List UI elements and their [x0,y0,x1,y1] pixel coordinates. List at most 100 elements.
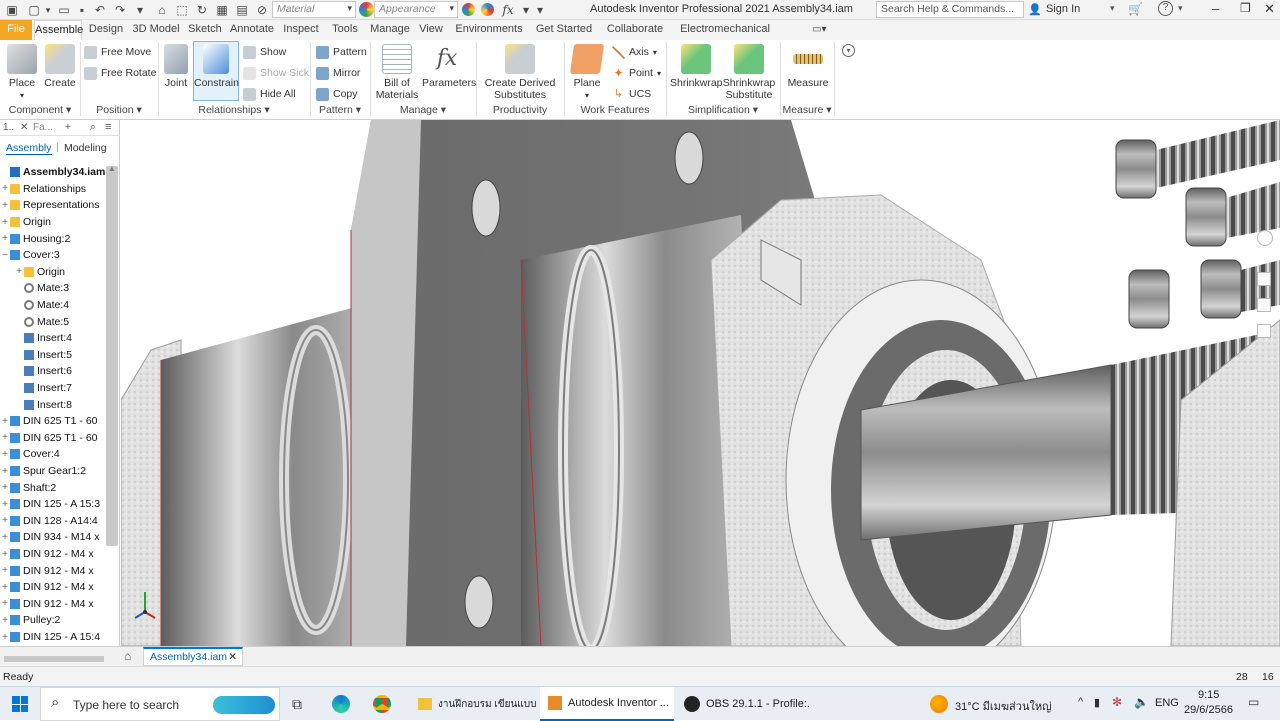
mirror-button[interactable]: Mirror [316,64,360,82]
tree-item[interactable]: Mate:4 [0,297,106,314]
tree-item[interactable]: Insert:8 [0,396,106,413]
minimize-icon[interactable]: – [1212,1,1219,16]
tree-item[interactable]: − Cover:3 [0,247,106,264]
expand-toggle-icon[interactable]: + [0,615,10,626]
point-button[interactable]: ✦ Point ▾ [612,64,660,82]
expand-toggle-icon[interactable]: + [0,432,10,443]
group-productivity[interactable]: Productivity [476,104,564,118]
tree-item[interactable]: + Cover:4 [0,446,106,463]
show-sick-button[interactable]: Show Sick [243,64,309,82]
expand-toggle-icon[interactable]: + [0,565,10,576]
expand-toggle-icon[interactable]: + [0,515,10,526]
group-work-features[interactable]: Work Features [564,104,666,118]
bill-of-materials-button[interactable]: Bill of Materials [374,42,420,101]
show-button[interactable]: Show [243,43,286,61]
redo-icon[interactable]: ↷ [112,2,128,18]
search-icon[interactable]: ⌕ [90,121,96,134]
battery-icon[interactable]: ▮ [1094,696,1100,709]
group-manage[interactable]: Manage ▾ [370,104,476,118]
tab-3d-model[interactable]: 3D Model [130,20,182,40]
fx-icon[interactable]: fx [500,2,516,18]
sign-in-dropdown-icon[interactable]: ▾ [1110,3,1115,14]
tree-item[interactable]: Assembly34.iam [0,164,106,181]
clock-date[interactable]: 29/6/2566 [1184,704,1233,716]
expand-toggle-icon[interactable]: + [0,183,10,194]
group-component[interactable]: Component ▾ [0,104,80,118]
expand-toggle-icon[interactable]: + [14,266,24,277]
tree-item[interactable]: Insert:6 [0,363,106,380]
pan-icon[interactable] [1257,272,1271,286]
adjust-appearance-icon[interactable] [462,3,475,16]
cart-icon[interactable]: 🛒 [1128,2,1143,16]
tree-item[interactable]: + DIN 125 - A 15:4 [0,629,106,646]
redo-dropdown-icon[interactable]: ▾ [132,2,148,18]
tray-chevron-icon[interactable]: ^ [1078,696,1083,708]
expand-toggle-icon[interactable]: + [0,532,10,543]
select-icon[interactable]: ⬚ [174,2,190,18]
tab-inspect[interactable]: Inspect [280,20,322,40]
browser-close-icon[interactable]: ✕ [20,122,28,133]
browser-filter[interactable]: Fa... [33,122,53,133]
tab-sketch[interactable]: Sketch [186,20,224,40]
app-menu-icon[interactable]: ▣ [4,2,20,18]
plane-button[interactable]: Plane ▾ [569,42,605,102]
expand-toggle-icon[interactable]: + [0,217,10,228]
taskbar-app-inventor[interactable]: Autodesk Inventor ... [540,687,674,721]
help-dropdown-icon[interactable]: ▾ [1178,3,1183,14]
tree-item[interactable]: + DIN 912 - M4 x [0,596,106,613]
browser-h-scrollbar[interactable] [4,656,104,662]
weather-icon[interactable] [930,695,948,713]
save-icon[interactable]: ▪ [74,2,90,18]
expand-toggle-icon[interactable]: + [0,466,10,477]
windows-start-icon[interactable] [12,696,28,712]
tree-item[interactable]: + Relationships [0,181,106,198]
tree-item[interactable]: + Spur Gear1:2 [0,463,106,480]
tree-item[interactable]: + DIN 625 T1 - 60 [0,430,106,447]
expand-toggle-icon[interactable]: + [0,416,10,427]
language-indicator[interactable]: ENG [1155,697,1179,709]
new-dropdown-icon[interactable]: ▾ [40,2,56,18]
axis-button[interactable]: Axis ▾ [612,43,657,61]
ribbon-options-icon[interactable]: ▾ [842,44,855,57]
constrain-button[interactable]: Constrain [193,41,239,101]
expand-toggle-icon[interactable]: + [0,233,10,244]
tab-view[interactable]: View [416,20,446,40]
tree-item[interactable]: + DIN 125 - A 15:3 [0,496,106,513]
clock-time[interactable]: 9:15 [1198,689,1219,701]
expand-toggle-icon[interactable]: + [0,632,10,643]
home-icon[interactable]: ⌂ [154,2,170,18]
browser-tab-number[interactable]: 1.. [3,122,14,133]
expand-toggle-icon[interactable]: + [0,582,10,593]
pattern-button[interactable]: Pattern [316,43,367,61]
taskbar-app-obs[interactable]: OBS 29.1.1 - Profile:... [676,687,810,721]
expand-toggle-icon[interactable]: + [0,549,10,560]
group-relationships[interactable]: Relationships ▾ [158,104,310,118]
tab-tools[interactable]: Tools [326,20,364,40]
tab-assembly[interactable]: Assembly [6,142,52,155]
tree-item[interactable]: + Pulley:2 [0,612,106,629]
tab-design[interactable]: Design [86,20,126,40]
tree-item[interactable]: + Housing:2 [0,230,106,247]
task-view-icon[interactable]: ⧉ [292,696,302,713]
tree-item[interactable]: + DIN 912 - M4 x [0,579,106,596]
expand-toggle-icon[interactable]: + [0,200,10,211]
tree-item[interactable]: Mate:5 [0,313,106,330]
graphics-viewport[interactable] [121,120,1280,646]
copy-button[interactable]: Copy [316,85,358,103]
create-button[interactable]: Create [42,42,78,89]
group-pattern[interactable]: Pattern ▾ [310,104,370,118]
shrinkwrap-button[interactable]: Shrinkwrap [670,42,723,89]
properties-icon[interactable]: ▤ [234,2,250,18]
expand-toggle-icon[interactable]: − [0,250,10,261]
tab-manage[interactable]: Manage [368,20,412,40]
material-combo[interactable]: Material ▾ [272,1,356,18]
tab-assemble[interactable]: Assemble [34,20,83,40]
measure-qa-icon[interactable]: ▦ [214,2,230,18]
sign-in-link[interactable]: Sign In [1046,3,1080,15]
tree-item[interactable]: + DIN 625 T1 - 60 [0,413,106,430]
tree-item[interactable]: Insert:4 [0,330,106,347]
expand-toggle-icon[interactable]: + [0,482,10,493]
group-simplification[interactable]: Simplification ▾ [666,104,780,118]
undo-icon[interactable]: ↶ [92,2,108,18]
tree-item[interactable]: + DIN 934 - M14 x [0,529,106,546]
